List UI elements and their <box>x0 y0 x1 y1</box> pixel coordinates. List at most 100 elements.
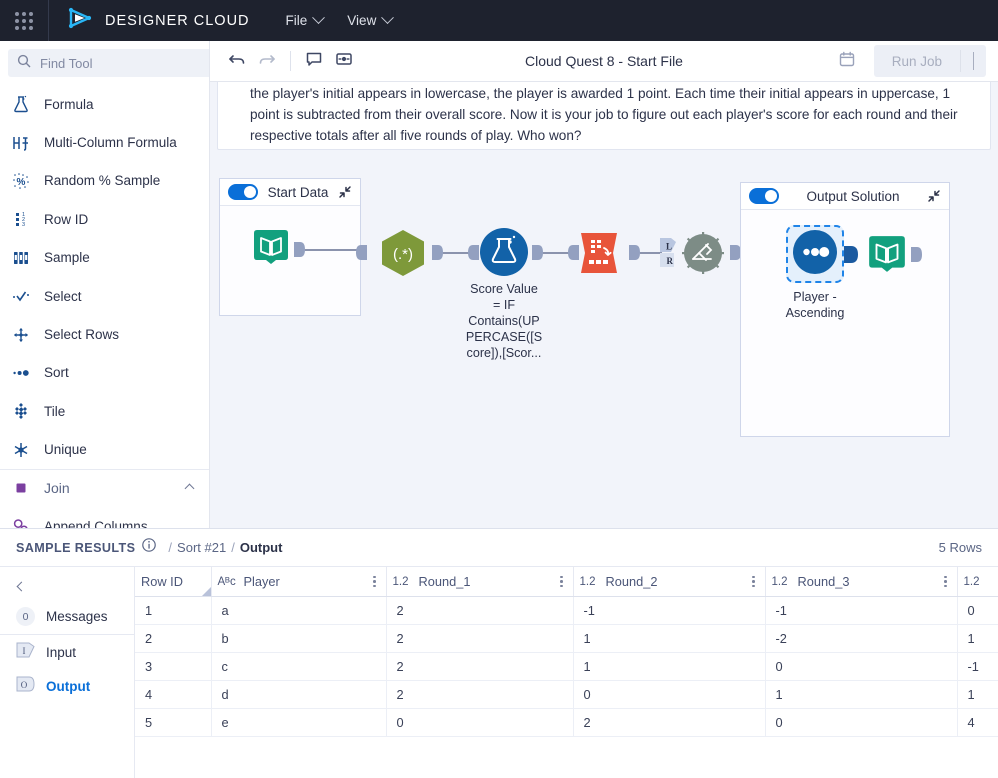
tool-item-multi-column-formula[interactable]: Multi-Column Formula <box>0 123 209 161</box>
search-input[interactable] <box>38 55 210 72</box>
insert-tool-icon <box>335 50 353 73</box>
cell-round-2: 1 <box>573 625 765 653</box>
results-grid[interactable]: Row ID Aᴮᴄ Player <box>135 567 998 778</box>
breadcrumb-item-sort[interactable]: Sort #21 <box>177 540 226 555</box>
breadcrumb-item-output[interactable]: Output <box>240 540 283 555</box>
menu-view[interactable]: View <box>337 7 402 34</box>
app-root: DESIGNER CLOUD File View <box>0 0 998 778</box>
container-output-solution[interactable]: Output Solution <box>740 182 950 437</box>
cell-player: b <box>211 625 386 653</box>
number-type-icon: 1.2 <box>580 576 598 588</box>
node-anchor-output-final[interactable] <box>911 247 922 262</box>
cell-row-id: 2 <box>135 625 211 653</box>
node-sort[interactable]: Player - Ascending <box>786 225 844 283</box>
results-collapse-button[interactable] <box>0 573 134 599</box>
container-toggle[interactable] <box>749 188 779 204</box>
tool-item-sample[interactable]: Sample <box>0 239 209 277</box>
column-menu-icon[interactable] <box>940 576 951 588</box>
tile-icon <box>10 400 32 422</box>
table-row[interactable]: 1 a 2 -1 -1 0 <box>135 597 998 625</box>
node-anchor-output[interactable] <box>294 242 305 257</box>
node-anchor-input-formula[interactable] <box>468 245 479 260</box>
column-header-player[interactable]: Aᴮᴄ Player <box>211 567 386 597</box>
column-menu-icon[interactable] <box>369 576 380 588</box>
tool-category-join[interactable]: Join <box>0 469 209 507</box>
menu-file[interactable]: File <box>276 7 334 34</box>
table-row[interactable]: 2 b 2 1 -2 1 <box>135 625 998 653</box>
container-start-data[interactable]: Start Data <box>219 178 361 316</box>
column-header-row-id[interactable]: Row ID <box>135 567 211 597</box>
table-row[interactable]: 5 e 0 2 0 4 <box>135 709 998 737</box>
messages-count-badge: 0 <box>16 607 35 626</box>
run-job-dropdown-button[interactable] <box>961 45 986 77</box>
node-transpose[interactable] <box>577 231 621 280</box>
comment-icon <box>305 50 323 73</box>
node-join[interactable] <box>682 232 724 279</box>
undo-button[interactable] <box>222 47 252 75</box>
workflow-canvas[interactable]: the player's initial appears in lowercas… <box>210 82 998 528</box>
comment-button[interactable] <box>299 47 329 75</box>
node-anchor-output-regex[interactable] <box>432 245 443 260</box>
collapse-container-icon[interactable] <box>927 189 941 203</box>
results-nav-messages[interactable]: 0 Messages <box>0 599 134 634</box>
search-input-wrapper[interactable] <box>8 49 210 77</box>
node-regex[interactable]: (.*) <box>380 229 426 282</box>
connection-wire <box>640 252 662 254</box>
schedule-button[interactable] <box>832 47 862 75</box>
tool-item-random-percent-sample[interactable]: % Random % Sample <box>0 162 209 200</box>
tool-item-formula[interactable]: Formula <box>0 85 209 123</box>
redo-button[interactable] <box>252 47 282 75</box>
column-header-round-2[interactable]: 1.2 Round_2 <box>573 567 765 597</box>
node-formula[interactable]: Score Value = IF Contains(UP PERCASE([S … <box>479 227 529 282</box>
chevron-up-icon[interactable] <box>185 483 195 493</box>
apps-grid-icon[interactable] <box>0 0 48 41</box>
cell-row-id: 5 <box>135 709 211 737</box>
cell-player: c <box>211 653 386 681</box>
insert-tool-button[interactable] <box>329 47 359 75</box>
tool-item-append-columns[interactable]: Append Columns <box>0 507 209 528</box>
flask-blue-icon <box>479 264 529 281</box>
node-anchor-join-lr[interactable]: L R <box>660 238 676 273</box>
tool-list: Formula Multi-Column Formula <box>0 85 209 528</box>
container-toggle[interactable] <box>228 184 258 200</box>
node-anchor-output-sort[interactable] <box>844 246 855 261</box>
node-input-data[interactable] <box>251 227 291 272</box>
node-output-data[interactable] <box>866 233 908 280</box>
table-header-row: Row ID Aᴮᴄ Player <box>135 567 998 597</box>
tool-item-select[interactable]: Select <box>0 277 209 315</box>
tool-item-row-id[interactable]: 1 2 3 Row ID <box>0 200 209 238</box>
tool-item-select-rows[interactable]: Select Rows <box>0 315 209 353</box>
tool-item-sort[interactable]: Sort <box>0 354 209 392</box>
tool-palette: Formula Multi-Column Formula <box>0 41 210 528</box>
collapse-container-icon[interactable] <box>338 185 352 199</box>
cell-round-1: 2 <box>386 681 573 709</box>
column-menu-icon[interactable] <box>748 576 759 588</box>
column-header-round-1[interactable]: 1.2 Round_1 <box>386 567 573 597</box>
transpose-red-icon <box>577 262 621 279</box>
sort-indicator <box>202 587 211 596</box>
brand-home-link[interactable]: DESIGNER CLOUD <box>49 6 250 35</box>
column-menu-icon[interactable] <box>556 576 567 588</box>
cell-round-1: 0 <box>386 709 573 737</box>
column-header-round-4[interactable]: 1.2 <box>957 567 998 597</box>
menu-file-label: File <box>286 13 308 28</box>
table-row[interactable]: 4 d 2 0 1 1 <box>135 681 998 709</box>
results-nav-output[interactable]: O Output <box>0 669 134 704</box>
node-anchor-input-regex[interactable] <box>356 245 367 260</box>
node-anchor-output-formula[interactable] <box>532 245 543 260</box>
chevron-down-icon <box>381 11 394 24</box>
column-header-round-3[interactable]: 1.2 Round_3 <box>765 567 957 597</box>
tool-item-unique[interactable]: Unique <box>0 431 209 469</box>
table-row[interactable]: 3 c 2 1 0 -1 <box>135 653 998 681</box>
results-nav-input[interactable]: I Input <box>0 634 134 669</box>
info-icon[interactable] <box>142 538 156 557</box>
tool-item-tile[interactable]: Tile <box>0 392 209 430</box>
string-type-icon: Aᴮᴄ <box>218 576 236 588</box>
run-job-button[interactable]: Run Job <box>874 47 960 76</box>
tool-label: Select <box>44 289 82 304</box>
cell-player: d <box>211 681 386 709</box>
svg-text:3: 3 <box>22 223 25 229</box>
node-anchor-output-transpose[interactable] <box>629 245 640 260</box>
breadcrumb-separator: / <box>168 540 172 555</box>
canvas-comment-box[interactable]: the player's initial appears in lowercas… <box>217 82 991 150</box>
